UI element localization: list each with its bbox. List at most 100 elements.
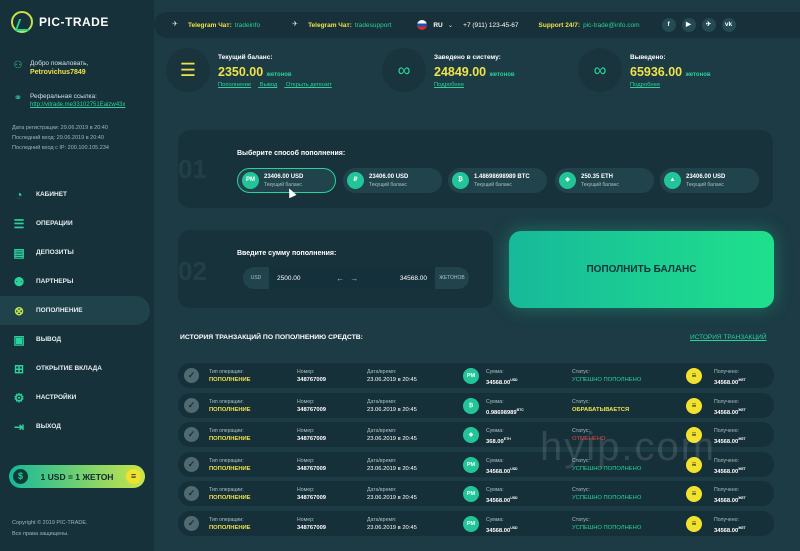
type-label: Тип операции: — [209, 398, 244, 405]
method-payeer[interactable]: ₽ 23406.00 USD Текущий баланс — [343, 168, 442, 193]
sum-label: Сумма: — [486, 428, 504, 434]
table-row[interactable]: ✓ Тип операции: ПОПОЛНЕНИЕ Номер: 348767009 Д… — [178, 510, 774, 536]
received-value: 34568.00 — [714, 409, 739, 416]
number-value: 348767009 — [297, 465, 327, 472]
step-number: 02 — [178, 256, 207, 286]
sidebar-item-operations[interactable]: ☰ Операции — [0, 209, 154, 238]
topup-link[interactable]: Пополнение — [218, 82, 251, 88]
facebook-icon[interactable]: f — [661, 18, 676, 32]
received-col: Получено: 34568.00ЖЕТ — [714, 368, 746, 387]
telegram-icon[interactable]: ✈ — [701, 18, 716, 32]
sidebar-item-cabinet[interactable]: ◔ Кабинет — [0, 180, 154, 209]
received-label: Получено: — [714, 369, 739, 375]
number-col: Номер: 348767009 — [297, 486, 326, 502]
check-icon: ✓ — [184, 427, 199, 442]
number-label: Номер: — [297, 516, 315, 523]
status-label: Статус: — [572, 369, 590, 375]
sidebar-item-label: Выход — [36, 423, 61, 430]
balance-unit: жетонов — [266, 72, 292, 78]
type-value: ПОПОЛНЕНИЕ — [209, 524, 251, 531]
sidebar-item-open-deposit[interactable]: ⊞ Открытие вклада — [0, 354, 154, 383]
youtube-icon[interactable]: ▶ — [681, 18, 696, 32]
chevron-down-icon[interactable]: ⌄ — [448, 21, 453, 29]
perfect-money-icon: PM — [242, 172, 259, 189]
russia-flag-icon[interactable] — [417, 20, 428, 30]
tokens-input[interactable]: 34568.00 — [400, 275, 427, 282]
sum-value: 34568.00 — [486, 527, 511, 534]
date-label: Дата/время: — [367, 428, 397, 434]
received-col: Получено: 34568.00ЖЕТ — [714, 457, 746, 476]
amount-input[interactable]: 2500.00 — [277, 275, 301, 282]
type-label: Тип операции: — [209, 516, 244, 523]
received-col: Получено: 34568.00ЖЕТ — [714, 486, 746, 505]
tg-support-link[interactable]: tradesupport — [355, 22, 392, 29]
sidebar-item-partners[interactable]: ⚉ Партнеры — [0, 267, 154, 296]
stat-deposited: ∞ Заведено в систему: 24849.00 жетонов П… — [382, 48, 515, 92]
sidebar-item-label: Настройки — [36, 394, 77, 401]
withdrawn-label: Выведено: — [630, 54, 666, 61]
logo-icon — [11, 11, 33, 33]
sidebar-item-deposits[interactable]: ▤ Депозиты — [0, 238, 154, 267]
tg-chat-link[interactable]: tradeinfo — [235, 22, 260, 29]
rate-text: 1 USD = 1 ЖЕТОН — [40, 471, 114, 482]
deposited-details-link[interactable]: Подробнее — [434, 82, 464, 88]
method-bitcoin[interactable]: ₿ 1.48698698989 BTC Текущий баланс — [448, 168, 547, 193]
method-advcash[interactable]: ▲ 23406.00 USD Текущий баланс — [660, 168, 759, 193]
sidebar-item-label: Кабинет — [36, 191, 68, 198]
date-col: Дата/время: 23.06.2019 в 20:45 — [367, 516, 417, 532]
sidebar-item-topup[interactable]: ⊗ Пополнение — [0, 296, 150, 325]
partners-icon: ⚉ — [13, 274, 25, 289]
logo[interactable]: PIC-TRADE — [11, 11, 109, 33]
ethereum-icon: ◆ — [559, 172, 576, 189]
method-ethereum[interactable]: ◆ 250.35 ETH Текущий баланс — [555, 168, 654, 193]
convert-arrows-icon: ←→ — [336, 273, 365, 283]
open-deposit-link[interactable]: Открыть депозит — [286, 82, 332, 88]
received-col: Получено: 34568.00ЖЕТ — [714, 516, 746, 535]
check-icon: ✓ — [184, 456, 199, 472]
ref-link[interactable]: http://vitrade.me33102751Eaizw43x — [30, 102, 125, 108]
user-icon: ⚇ — [13, 60, 23, 71]
support-email[interactable]: pic-trade@info.com — [583, 22, 639, 29]
deposited-value: 24849.00 — [434, 65, 487, 79]
language-select[interactable]: RU — [433, 22, 442, 29]
sum-col: Сумма: 34568.00USD — [486, 457, 518, 476]
gauge-icon: ◔ — [15, 187, 23, 202]
telegram-icon: ✈ — [292, 21, 298, 28]
withdraw-link[interactable]: Вывод — [260, 82, 278, 88]
link-icon: ⚭ — [13, 93, 23, 104]
sum-label: Сумма: — [486, 457, 504, 464]
currency-label: USD — [250, 275, 262, 281]
sum-label: Сумма: — [486, 398, 504, 405]
type-label: Тип операции: — [209, 457, 244, 464]
sidebar-item-label: Депозиты — [36, 249, 74, 256]
date-value: 23.06.2019 в 20:45 — [367, 377, 417, 383]
payeer-icon: ₽ — [347, 172, 364, 189]
table-row[interactable]: ✓ Тип операции: ПОПОЛНЕНИЕ Номер: 348767009 Д… — [178, 481, 774, 506]
check-icon: ✓ — [184, 486, 199, 501]
dollar-icon: $ — [13, 469, 28, 484]
topup-balance-button[interactable]: ПОПОЛНИТЬ БАЛАНС — [509, 231, 774, 308]
withdrawn-details-link[interactable]: Подробнее — [630, 82, 660, 88]
number-label: Номер: — [297, 369, 315, 375]
history-link[interactable]: ИСТОРИЯ ТРАНЗАКЦИЙ — [690, 334, 767, 341]
sidebar-item-withdraw[interactable]: ▣ Вывод — [0, 325, 154, 354]
table-row[interactable]: ✓ Тип операции: ПОПОЛНЕНИЕ Номер: 348767009 Д… — [178, 363, 774, 388]
sum-unit: USD — [510, 496, 518, 500]
type-col: Тип операции: ПОПОЛНЕНИЕ — [209, 427, 251, 443]
number-label: Номер: — [297, 428, 315, 434]
sidebar-item-logout[interactable]: ⇥ Выход — [0, 412, 154, 441]
status-col: Статус: УСПЕШНО ПОПОЛНЕНО — [572, 368, 641, 384]
received-unit: ЖЕТ — [738, 437, 746, 441]
table-row[interactable]: ✓ Тип операции: ПОПОЛНЕНИЕ Номер: 348767009 Д… — [178, 392, 774, 418]
received-unit: ЖЕТ — [738, 466, 746, 471]
sidebar-item-settings[interactable]: ⚙ Настройки — [0, 383, 154, 412]
username: Petrovichus7849 — [30, 69, 86, 76]
status-value: УСПЕШНО ПОПОЛНЕНО — [572, 377, 642, 383]
check-icon: ✓ — [184, 397, 199, 413]
number-value: 348767009 — [297, 436, 327, 442]
vk-icon[interactable]: vk — [721, 18, 736, 32]
rate-badge: $ 1 USD = 1 ЖЕТОН ≡ — [9, 465, 145, 488]
date-col: Дата/время: 23.06.2019 в 20:45 — [367, 368, 417, 384]
status-col: Статус: УСПЕШНО ПОПОЛНЕНО — [572, 486, 641, 502]
sum-unit: ETH — [503, 437, 511, 441]
